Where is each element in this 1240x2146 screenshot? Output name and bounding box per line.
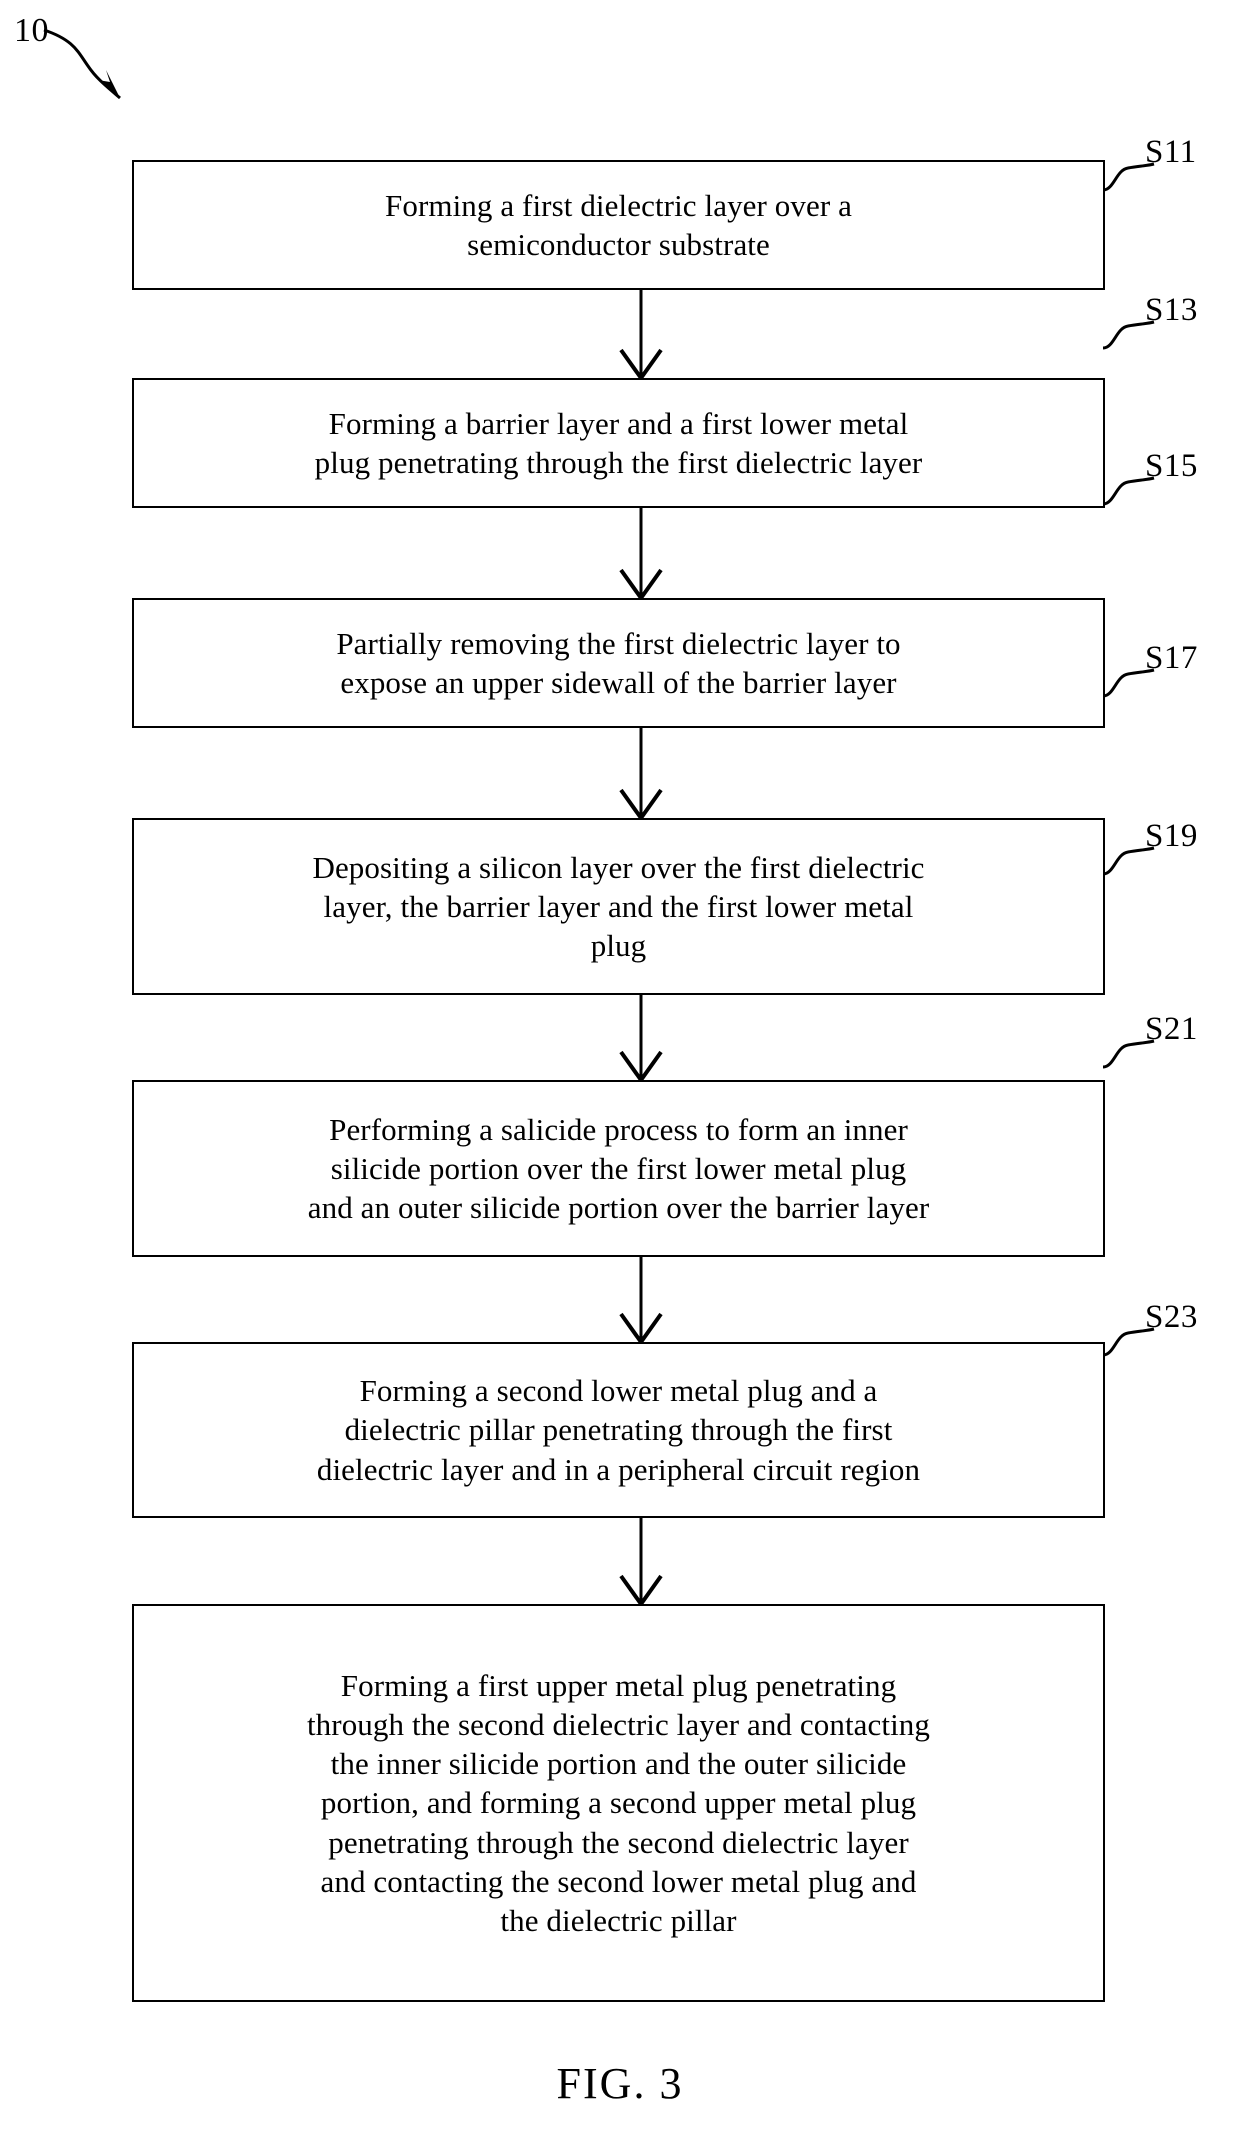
- flow-step-text-s11: Forming a first dielectric layer over a …: [385, 187, 852, 262]
- figure-page: 10 Forming a first dielectric layer over…: [0, 0, 1240, 2146]
- flow-step-box-s19[interactable]: Performing a salicide process to form an…: [132, 1080, 1105, 1257]
- flow-arrow-s15-to-s17: [619, 726, 663, 822]
- flow-step-box-s11[interactable]: Forming a first dielectric layer over a …: [132, 160, 1105, 290]
- flow-step-box-s13[interactable]: Forming a barrier layer and a first lowe…: [132, 378, 1105, 508]
- flow-step-text-s13: Forming a barrier layer and a first lowe…: [314, 405, 923, 480]
- flow-arrow-s21-to-s23: [619, 1516, 663, 1608]
- step-label-s11: S11: [1145, 134, 1197, 170]
- flow-arrow-s13-to-s15: [619, 506, 663, 602]
- flow-arrow-s17-to-s19: [619, 993, 663, 1084]
- flow-step-box-s23[interactable]: Forming a first upper metal plug penetra…: [132, 1604, 1105, 2002]
- flow-arrow-s11-to-s13: [619, 288, 663, 382]
- figure-caption: FIG. 3: [556, 2059, 684, 2108]
- step-label-s17: S17: [1145, 640, 1198, 676]
- step-label-s13: S13: [1145, 292, 1198, 328]
- flow-step-text-s15: Partially removing the first dielectric …: [336, 625, 901, 700]
- step-label-s23: S23: [1145, 1299, 1198, 1335]
- lead-line-arrow-icon: [43, 28, 121, 100]
- flow-step-text-s17: Depositing a silicon layer over the firs…: [312, 849, 925, 964]
- flow-step-box-s21[interactable]: Forming a second lower metal plug and a …: [132, 1342, 1105, 1518]
- step-label-s19: S19: [1145, 818, 1198, 854]
- flow-step-text-s21: Forming a second lower metal plug and a …: [316, 1373, 921, 1487]
- flow-arrow-s19-to-s21: [619, 1255, 663, 1346]
- flow-step-text-s19: Performing a salicide process to form an…: [307, 1111, 930, 1226]
- step-label-s15: S15: [1145, 448, 1198, 484]
- flow-step-text-s23: Forming a first upper metal plug penetra…: [306, 1668, 931, 1938]
- flow-step-box-s17[interactable]: Depositing a silicon layer over the firs…: [132, 818, 1105, 995]
- flow-step-box-s15[interactable]: Partially removing the first dielectric …: [132, 598, 1105, 728]
- step-label-s21: S21: [1145, 1011, 1198, 1047]
